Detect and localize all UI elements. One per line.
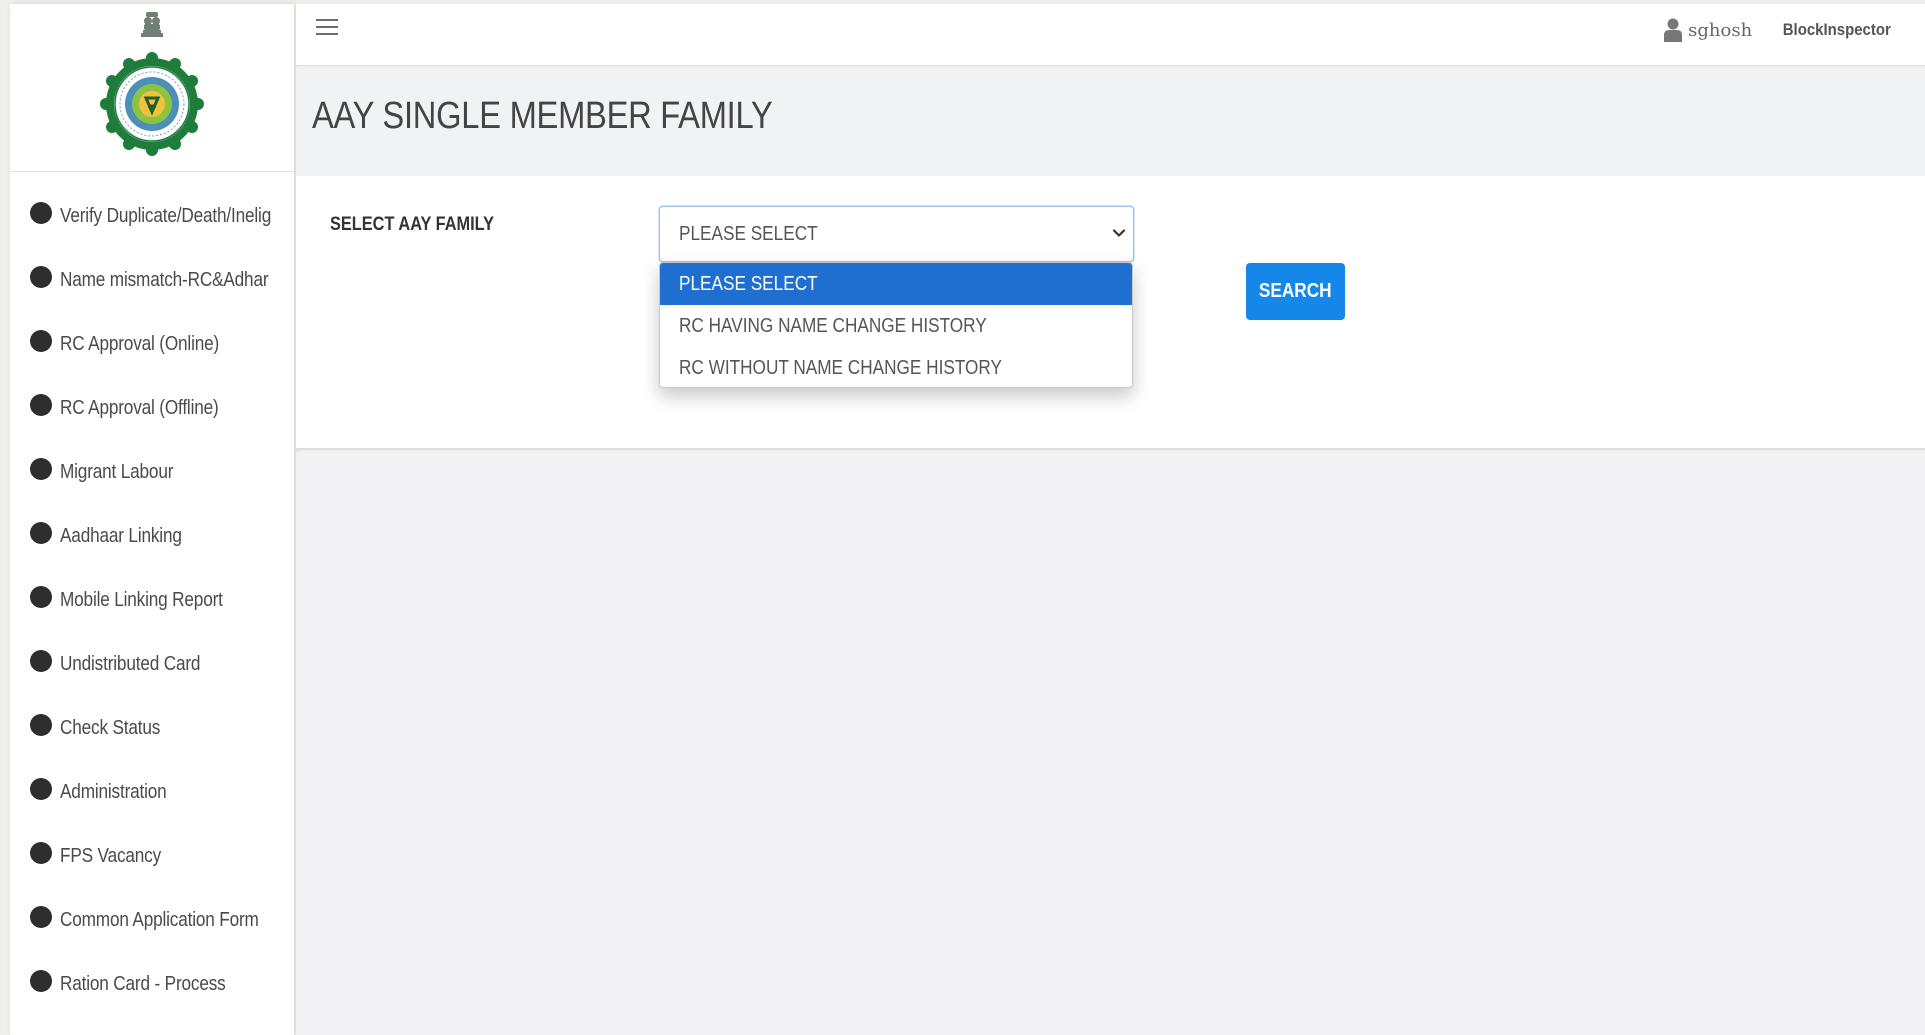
page-header: AAY SINGLE MEMBER FAMILY — [296, 67, 1925, 176]
sidebar-item-mobile-linking-report[interactable]: Mobile Linking Report — [10, 568, 294, 632]
aay-family-dropdown-list: PLEASE SELECT RC HAVING NAME CHANGE HIST… — [659, 262, 1133, 388]
sidebar: Verify Duplicate/Death/Inelig Name misma… — [10, 4, 294, 1035]
sidebar-item-label: Aadhaar Linking — [60, 524, 182, 547]
aay-family-select[interactable]: PLEASE SELECT — [659, 206, 1134, 262]
select-value: PLEASE SELECT — [679, 222, 818, 245]
select-aay-family-label: SELECT AAY FAMILY — [330, 214, 495, 235]
top-bar: sghosh BlockInspector — [296, 4, 1925, 66]
form-card: SELECT AAY FAMILY PLEASE SELECT PLEASE S… — [296, 176, 1925, 450]
sidebar-item-migrant-labour[interactable]: Migrant Labour — [10, 440, 294, 504]
state-emblem-logo[interactable] — [92, 8, 212, 168]
bullet-icon — [30, 394, 52, 416]
bullet-icon — [30, 586, 52, 608]
bullet-icon — [30, 842, 52, 864]
user-area: sghosh BlockInspector — [1664, 14, 1891, 46]
sidebar-item-administration[interactable]: Administration — [10, 760, 294, 824]
sidebar-item-label: Mobile Linking Report — [60, 588, 223, 611]
user-icon — [1664, 18, 1683, 42]
bullet-icon — [30, 330, 52, 352]
sidebar-item-fps-vacancy[interactable]: FPS Vacancy — [10, 824, 294, 888]
sidebar-item-common-application-form[interactable]: Common Application Form — [10, 888, 294, 952]
logo-area — [10, 4, 294, 172]
search-button[interactable]: SEARCH — [1246, 263, 1345, 320]
sidebar-item-rc-approval-offline[interactable]: RC Approval (Offline) — [10, 376, 294, 440]
user-role: BlockInspector — [1782, 20, 1891, 39]
option-rc-having-name-change-history[interactable]: RC HAVING NAME CHANGE HISTORY — [660, 305, 1132, 347]
bullet-icon — [30, 522, 52, 544]
option-label: RC WITHOUT NAME CHANGE HISTORY — [679, 356, 1003, 379]
bullet-icon — [30, 906, 52, 928]
sidebar-nav: Verify Duplicate/Death/Inelig Name misma… — [10, 172, 294, 1016]
sidebar-item-label: FPS Vacancy — [60, 844, 162, 867]
sidebar-item-label: Migrant Labour — [60, 460, 174, 483]
hamburger-icon[interactable] — [316, 16, 338, 38]
sidebar-item-label: Ration Card - Process — [60, 972, 226, 995]
sidebar-item-ration-card-process[interactable]: Ration Card - Process — [10, 952, 294, 1016]
sidebar-item-rc-approval-online[interactable]: RC Approval (Online) — [10, 312, 294, 376]
bullet-icon — [30, 778, 52, 800]
option-rc-without-name-change-history[interactable]: RC WITHOUT NAME CHANGE HISTORY — [660, 347, 1132, 387]
user-menu[interactable]: sghosh — [1664, 18, 1752, 42]
sidebar-item-label: Common Application Form — [60, 908, 259, 931]
sidebar-item-label: Check Status — [60, 716, 161, 739]
option-label: RC HAVING NAME CHANGE HISTORY — [679, 314, 987, 337]
bullet-icon — [30, 714, 52, 736]
sidebar-item-label: Name mismatch-RC&Adhar — [60, 268, 269, 291]
bullet-icon — [30, 266, 52, 288]
app-frame: Verify Duplicate/Death/Inelig Name misma… — [0, 0, 1925, 1035]
content-area — [296, 452, 1925, 1035]
sidebar-item-label: Undistributed Card — [60, 652, 201, 675]
bullet-icon — [30, 970, 52, 992]
sidebar-item-label: RC Approval (Offline) — [60, 396, 219, 419]
sidebar-item-label: Administration — [60, 780, 167, 803]
sidebar-item-label: RC Approval (Online) — [60, 332, 220, 355]
page-title: AAY SINGLE MEMBER FAMILY — [312, 95, 773, 137]
sidebar-item-undistributed-card[interactable]: Undistributed Card — [10, 632, 294, 696]
bullet-icon — [30, 650, 52, 672]
sidebar-item-check-status[interactable]: Check Status — [10, 696, 294, 760]
sidebar-item-name-mismatch[interactable]: Name mismatch-RC&Adhar — [10, 248, 294, 312]
option-label: PLEASE SELECT — [679, 272, 818, 295]
sidebar-item-aadhaar-linking[interactable]: Aadhaar Linking — [10, 504, 294, 568]
bullet-icon — [30, 458, 52, 480]
chevron-down-icon — [1112, 229, 1126, 237]
bullet-icon — [30, 202, 52, 224]
sidebar-item-label: Verify Duplicate/Death/Inelig — [60, 204, 272, 227]
option-please-select[interactable]: PLEASE SELECT — [660, 263, 1132, 305]
search-button-label: SEARCH — [1259, 280, 1332, 302]
sidebar-item-verify-duplicate[interactable]: Verify Duplicate/Death/Inelig — [10, 184, 294, 248]
user-name: sghosh — [1688, 19, 1753, 41]
